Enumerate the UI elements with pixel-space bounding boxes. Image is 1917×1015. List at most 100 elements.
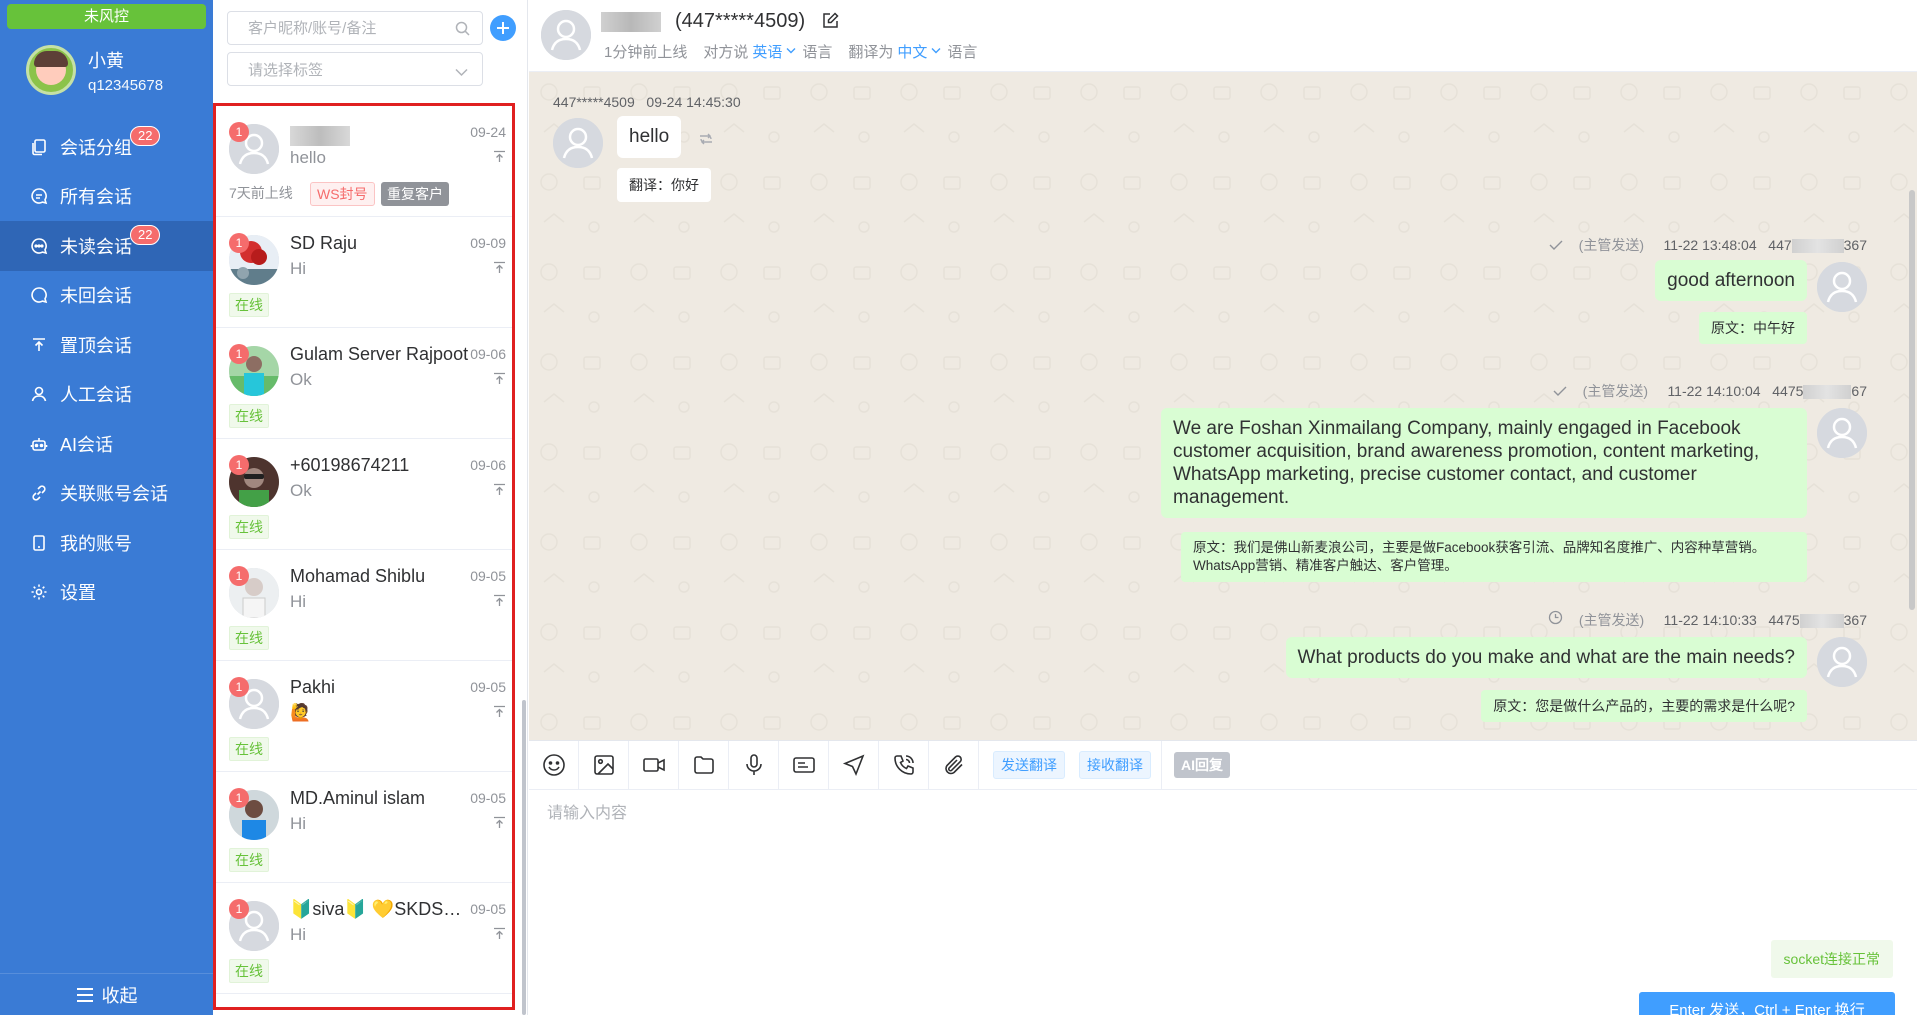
incoming-translation: 翻译：你好 bbox=[617, 168, 711, 202]
sender-number-tail: 367 bbox=[1843, 612, 1867, 628]
outgoing-message-bubble[interactable]: What products do you make and what are t… bbox=[1285, 637, 1807, 678]
nav-item-all-sessions[interactable]: 所有会话 bbox=[0, 172, 213, 222]
receive-translate-button[interactable]: 接收翻译 bbox=[1079, 751, 1151, 779]
online-status-tag: 在线 bbox=[229, 515, 269, 539]
search-input[interactable] bbox=[248, 19, 448, 37]
pin-top-icon[interactable] bbox=[493, 483, 506, 501]
socket-status-badge: socket连接正常 bbox=[1770, 940, 1893, 978]
conversation-item[interactable]: 1 🔰siva🔰 💛SKDS… 09-05 Hi 在线 bbox=[216, 883, 512, 994]
nav-item-linked-account-sessions[interactable]: 关联账号会话 bbox=[0, 469, 213, 519]
message-area: 447*****4509 09-24 14:45:30 hello 翻译：你好 … bbox=[529, 72, 1917, 740]
outgoing-message-bubble[interactable]: good afternoon bbox=[1655, 260, 1807, 301]
message-scrollbar[interactable] bbox=[1909, 190, 1915, 610]
nav-item-unreplied-sessions[interactable]: 未回会话 bbox=[0, 271, 213, 321]
tag-select[interactable]: 请选择标签 bbox=[227, 52, 483, 86]
search-field[interactable] bbox=[227, 11, 483, 45]
menu-icon bbox=[76, 987, 94, 1003]
last-message: 🙋 bbox=[290, 703, 312, 722]
agent-avatar bbox=[1817, 408, 1867, 458]
translate-prefix: 翻译为 bbox=[848, 44, 894, 61]
nav-item-session-groups[interactable]: 会话分组 22 bbox=[0, 122, 213, 172]
conversation-item[interactable]: 1 +60198674211 09-06 Ok 在线 bbox=[216, 439, 512, 550]
pin-top-icon[interactable] bbox=[493, 816, 506, 834]
unread-badge: 1 bbox=[229, 899, 249, 919]
nav-item-pinned-sessions[interactable]: 置顶会话 bbox=[0, 320, 213, 370]
chat-dots-icon bbox=[28, 235, 50, 257]
nav-item-label: 会话分组 bbox=[60, 137, 132, 158]
video-button[interactable] bbox=[629, 740, 679, 790]
send-button[interactable]: Enter 发送，Ctrl + Enter 换行 bbox=[1639, 992, 1895, 1015]
file-button[interactable] bbox=[679, 740, 729, 790]
nav-item-my-accounts[interactable]: 我的账号 bbox=[0, 518, 213, 568]
conversation-item[interactable]: 1 Mohamad Shiblu 09-05 Hi 在线 bbox=[216, 550, 512, 661]
attachment-button[interactable] bbox=[929, 740, 979, 790]
nav-item-label: 未读会话 bbox=[60, 236, 132, 257]
list-scrollbar[interactable] bbox=[522, 700, 526, 1015]
voice-button[interactable] bbox=[729, 740, 779, 790]
unread-badge: 1 bbox=[229, 344, 249, 364]
call-button[interactable] bbox=[879, 740, 929, 790]
message-time: 11-22 13:48:04 bbox=[1663, 237, 1757, 253]
last-message: Hi bbox=[290, 592, 307, 611]
emoji-button[interactable] bbox=[529, 740, 579, 790]
conversation-item[interactable]: 1 Pakhi 09-05 🙋 在线 bbox=[216, 661, 512, 772]
conversation-date: 09-05 bbox=[470, 790, 506, 806]
contact-name: Pakhi bbox=[290, 677, 336, 697]
message-meta: (主管发送) 11-22 14:10:33 4475 367 bbox=[1548, 610, 1867, 630]
collapse-button[interactable]: 收起 bbox=[0, 973, 213, 1015]
conversation-item[interactable]: 1 SD Raju 09-09 Hi 在线 bbox=[216, 217, 512, 328]
outgoing-message-bubble[interactable]: We are Foshan Xinmailang Company, mainly… bbox=[1161, 408, 1807, 518]
contact-card-button[interactable] bbox=[779, 740, 829, 790]
redacted-number bbox=[1791, 239, 1844, 254]
user-profile[interactable]: 小黄 q12345678 bbox=[26, 45, 163, 95]
ai-reply-button[interactable]: AI回复 bbox=[1174, 752, 1230, 778]
nav-item-label: 关联账号会话 bbox=[60, 484, 168, 505]
online-status-tag: 在线 bbox=[229, 959, 269, 983]
send-translate-button[interactable]: 发送翻译 bbox=[993, 751, 1065, 779]
conversation-item[interactable]: 1 09-24 hello 7天前上线 WS封号 重复客户 bbox=[216, 106, 512, 217]
highlighted-conversation-list: 1 09-24 hello 7天前上线 WS封号 重复客户 1 SD Raju … bbox=[213, 103, 515, 1010]
risk-status-badge: 未风控 bbox=[7, 4, 206, 29]
plus-icon bbox=[497, 22, 509, 34]
robot-icon bbox=[28, 433, 50, 455]
pin-top-icon[interactable] bbox=[493, 261, 506, 279]
location-button[interactable] bbox=[829, 740, 879, 790]
copy-icon bbox=[28, 136, 50, 158]
send-mode: (主管发送) bbox=[1578, 237, 1644, 253]
chat-subheader: 1分钟前上线 对方说 英语 语言 翻译为 中文 语言 bbox=[604, 41, 977, 62]
nav-item-manual-sessions[interactable]: 人工会话 bbox=[0, 370, 213, 420]
pin-top-icon[interactable] bbox=[493, 927, 506, 945]
message-meta: (主管发送) 11-22 13:48:04 447 367 bbox=[1549, 235, 1867, 255]
message-input[interactable] bbox=[547, 799, 1887, 929]
conversation-item[interactable]: 1 MD.Aminul islam 09-05 Hi 在线 bbox=[216, 772, 512, 883]
their-language-select[interactable]: 英语 bbox=[752, 41, 782, 62]
pin-top-icon[interactable] bbox=[493, 372, 506, 390]
message-meta: (主管发送) 11-22 14:10:04 4475 67 bbox=[1553, 381, 1867, 401]
chevron-down-icon[interactable] bbox=[786, 41, 796, 62]
image-button[interactable] bbox=[579, 740, 629, 790]
pin-top-icon[interactable] bbox=[493, 594, 506, 612]
nav-item-ai-sessions[interactable]: AI会话 bbox=[0, 419, 213, 469]
edit-icon[interactable] bbox=[822, 12, 839, 34]
contact-avatar[interactable] bbox=[541, 10, 591, 60]
redacted-number bbox=[1803, 385, 1852, 400]
add-contact-button[interactable] bbox=[490, 15, 516, 41]
translate-language-select[interactable]: 中文 bbox=[897, 41, 927, 62]
nav-item-unread-sessions[interactable]: 未读会话 22 bbox=[0, 221, 213, 271]
clock-icon bbox=[1548, 610, 1563, 628]
chevron-down-icon bbox=[455, 64, 468, 81]
unread-badge: 1 bbox=[229, 233, 249, 253]
avatar[interactable] bbox=[26, 45, 76, 95]
collapse-label: 收起 bbox=[101, 985, 138, 1006]
chat-panel: (447*****4509) 1分钟前上线 对方说 英语 语言 翻译为 中文 语… bbox=[529, 0, 1917, 1015]
nav-item-settings[interactable]: 设置 bbox=[0, 568, 213, 618]
incoming-message-bubble[interactable]: hello bbox=[617, 116, 682, 158]
pin-top-icon[interactable] bbox=[493, 705, 506, 723]
chevron-down-icon[interactable] bbox=[931, 41, 941, 62]
translate-icon[interactable] bbox=[697, 131, 715, 152]
search-icon[interactable] bbox=[455, 21, 470, 40]
conversation-item[interactable]: 1 Gulam Server Rajpoot 09-06 Ok 在线 bbox=[216, 328, 512, 439]
send-mode: (主管发送) bbox=[1578, 612, 1645, 628]
pin-top-icon[interactable] bbox=[493, 150, 506, 168]
last-message: Hi bbox=[290, 814, 307, 833]
